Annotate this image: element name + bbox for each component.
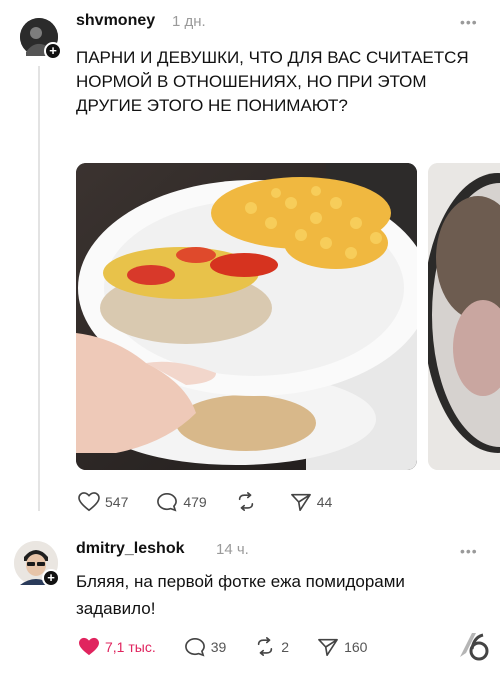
comment-time: 14 ч. bbox=[216, 541, 249, 558]
share-button[interactable]: 160 bbox=[317, 637, 367, 657]
comment-count: 39 bbox=[210, 639, 227, 655]
repost-button[interactable]: 2 bbox=[254, 637, 289, 657]
comment-actions: 7,1 тыс. 39 2 160 bbox=[78, 637, 395, 657]
watermark-logo-image bbox=[460, 633, 489, 661]
post-actions: 547 479 44 bbox=[78, 492, 360, 512]
repost-icon bbox=[238, 492, 253, 511]
comment-username[interactable]: dmitry_leshok bbox=[76, 540, 184, 558]
more-icon[interactable]: ••• bbox=[460, 14, 478, 30]
repost-icon bbox=[258, 637, 273, 656]
like-button[interactable]: 547 bbox=[78, 492, 128, 512]
comment-icon bbox=[157, 492, 178, 512]
comment-count: 479 bbox=[183, 494, 207, 510]
avatar[interactable]: + bbox=[20, 18, 62, 60]
thread-line bbox=[38, 66, 40, 511]
comment-avatar[interactable]: + bbox=[14, 541, 60, 587]
food-photo-2-image bbox=[428, 163, 500, 470]
comment-text: Бляяя, на первой фотке ежа помидорами за… bbox=[76, 572, 405, 618]
share-icon bbox=[290, 493, 311, 511]
post-text: ПАРНИ И ДЕВУШКИ, ЧТО ДЛЯ ВАС СЧИТАЕТСЯ Н… bbox=[76, 48, 469, 115]
repost-count: 2 bbox=[281, 639, 290, 655]
food-plate-image bbox=[76, 163, 417, 470]
share-count: 160 bbox=[344, 639, 368, 655]
more-icon[interactable]: ••• bbox=[460, 543, 478, 559]
repost-button[interactable] bbox=[235, 492, 262, 512]
comment-button[interactable]: 39 bbox=[184, 637, 227, 657]
share-icon bbox=[318, 638, 339, 656]
watermark-logo bbox=[456, 627, 492, 663]
post-username[interactable]: shvmoney bbox=[76, 12, 155, 30]
post-time: 1 дн. bbox=[172, 13, 206, 30]
comment-icon bbox=[184, 637, 205, 657]
heart-icon bbox=[79, 637, 99, 656]
like-count: 7,1 тыс. bbox=[105, 639, 156, 655]
plus-icon[interactable]: + bbox=[44, 42, 62, 60]
share-button[interactable]: 44 bbox=[290, 492, 333, 512]
like-count: 547 bbox=[105, 494, 129, 510]
plus-icon[interactable]: + bbox=[42, 569, 60, 587]
share-count: 44 bbox=[316, 494, 333, 510]
heart-icon bbox=[78, 492, 100, 512]
post-photo-2[interactable] bbox=[428, 163, 500, 470]
comment-button[interactable]: 479 bbox=[156, 492, 207, 512]
post-photo-1[interactable] bbox=[76, 163, 417, 470]
like-button[interactable]: 7,1 тыс. bbox=[78, 637, 156, 657]
